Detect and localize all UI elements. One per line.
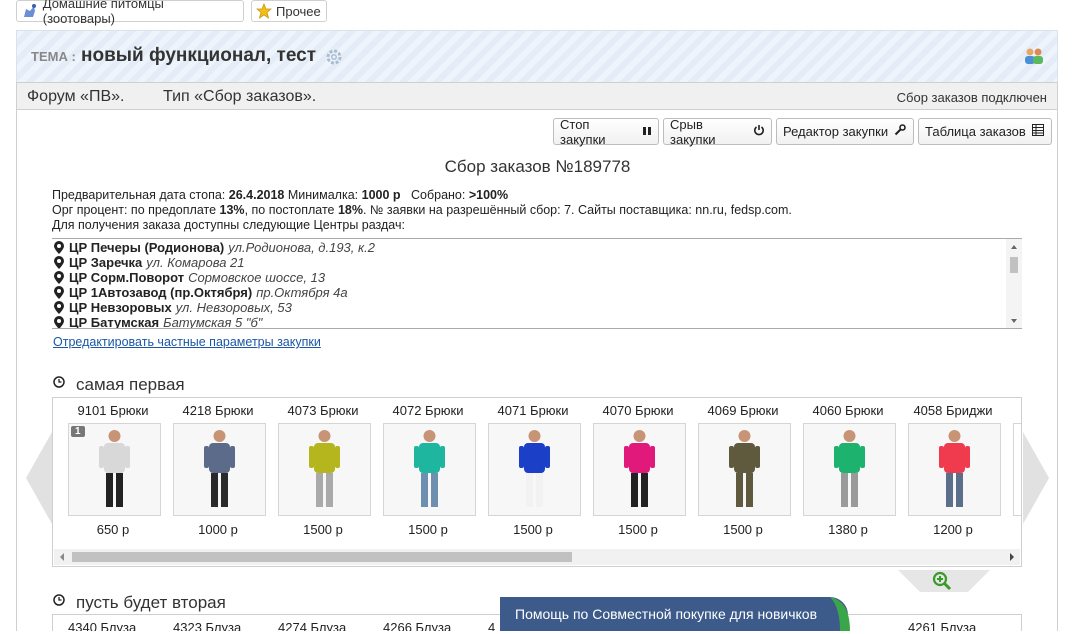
order-info-line-2: Орг процент: по предоплате 13%, по посто… xyxy=(52,203,792,217)
product-photo[interactable] xyxy=(593,423,686,516)
product-price: 1500 р xyxy=(618,522,658,537)
product-price: 650 р xyxy=(96,522,130,537)
product-photo[interactable] xyxy=(278,423,371,516)
clock-icon xyxy=(53,594,65,606)
category-chip-pets[interactable]: Домашние питомцы (зоотовары) xyxy=(16,0,244,26)
product-name[interactable]: 4274 Блуза xyxy=(278,620,346,631)
map-pin-icon xyxy=(52,256,66,269)
break-purchase-button[interactable]: Срыв закупки xyxy=(663,116,772,147)
product-photo[interactable] xyxy=(383,423,476,516)
chip-label: Домашние питомцы (зоотовары) xyxy=(42,0,164,26)
gear-icon[interactable] xyxy=(325,48,343,69)
category-chip-other[interactable]: Прочее xyxy=(251,0,327,22)
section-title: самая первая xyxy=(76,375,185,394)
map-pin-icon xyxy=(52,286,66,299)
vertical-scrollbar[interactable] xyxy=(1006,239,1022,328)
pickup-points-list[interactable]: ЦР Печеры (Родионова) ул.Родионова, д.193… xyxy=(52,238,1022,329)
product-photo[interactable] xyxy=(698,423,791,516)
star-icon xyxy=(256,2,272,20)
product-name: 4218 Брюки xyxy=(182,403,254,418)
orders-table-button[interactable]: Таблица заказов xyxy=(918,118,1052,145)
product-price: 1500 р xyxy=(408,522,448,537)
map-pin-icon xyxy=(52,271,66,284)
map-pin-icon xyxy=(52,301,66,314)
button-label: Таблица заказов xyxy=(925,124,1026,139)
section-title: пусть будет вторая xyxy=(76,593,226,612)
product-price: 1500 р xyxy=(723,522,763,537)
edit-purchase-params-link[interactable]: Отредактировать частные параметры закупк… xyxy=(53,335,321,349)
forum-name: Форум «ПВ». xyxy=(27,88,125,105)
help-banner-accent xyxy=(826,597,852,634)
wrench-icon xyxy=(894,124,906,139)
product-name: 9101 Брюки xyxy=(77,403,149,418)
quantity-badge: 1 xyxy=(71,426,85,437)
product-name: 4071 Брюки xyxy=(497,403,569,418)
product-photo[interactable]: 1 xyxy=(68,423,161,516)
carousel-next-arrow[interactable] xyxy=(1023,432,1049,527)
order-info-line-1: Предварительная дата стопа: 26.4.2018 Ми… xyxy=(52,188,509,202)
chip-label: Прочее xyxy=(276,3,321,19)
order-info-line-3: Для получения заказа доступны следующие … xyxy=(52,218,405,232)
product-name: 4072 Брюки xyxy=(392,403,464,418)
product-photo[interactable] xyxy=(173,423,266,516)
forum-bar: Форум «ПВ». Тип «Сбор заказов». Сбор зак… xyxy=(16,82,1058,110)
order-status: Сбор заказов подключен xyxy=(896,90,1047,105)
pet-icon xyxy=(21,2,39,20)
table-icon xyxy=(1031,124,1044,139)
product-name: 4069 Брюки xyxy=(707,403,779,418)
product-name[interactable]: 4340 Блуза xyxy=(68,620,136,631)
product-name: 4073 Брюки xyxy=(287,403,359,418)
product-photo[interactable] xyxy=(908,423,1001,516)
purchase-editor-button[interactable]: Редактор закупки xyxy=(776,118,914,145)
list-item: ЦР Заречка ул. Комарова 21 xyxy=(52,255,1022,270)
users-icon[interactable] xyxy=(1023,47,1045,68)
power-icon xyxy=(753,124,765,139)
order-title: Сбор заказов №189778 xyxy=(444,157,631,176)
scrollbar-thumb[interactable] xyxy=(72,552,572,562)
zoom-in-icon[interactable] xyxy=(932,571,952,594)
product-name: 4 xyxy=(1008,403,1021,418)
product-name[interactable]: 4261 Блуза xyxy=(908,620,976,631)
product-photo[interactable] xyxy=(1013,423,1021,516)
list-item: ЦР Невзоровых ул. Невзоровых, 53 xyxy=(52,300,1022,315)
product-price: 1500 р xyxy=(303,522,343,537)
topic-label: ТЕМА : xyxy=(31,49,76,64)
carousel-prev-arrow[interactable] xyxy=(26,432,52,527)
product-name[interactable]: 4 xyxy=(488,620,495,631)
map-pin-icon xyxy=(52,241,66,254)
list-item: ЦР Печеры (Родионова) ул.Родионова, д.193… xyxy=(52,240,1022,255)
product-carousel[interactable]: 9101 Брюки 1 650 р 4218 Брюки 1000 р 4073 Брю… xyxy=(52,397,1022,567)
list-item: ЦР Сорм.Поворот Сормовское шоссе, 13 xyxy=(52,270,1022,285)
help-banner[interactable]: Помощь по Совместной покупке для новичко… xyxy=(500,597,848,631)
button-label: Стоп закупки xyxy=(560,116,606,147)
product-name[interactable]: 4323 Блуза xyxy=(173,620,241,631)
button-label: Срыв закупки xyxy=(670,116,716,147)
help-banner-text: Помощь по Совместной покупке для новичко… xyxy=(515,606,818,622)
product-name: 4070 Брюки xyxy=(602,403,674,418)
product-name: 4058 Бриджи xyxy=(913,403,993,418)
list-item: ЦР 1Автозавод (пр.Октября) пр.Октября 4а xyxy=(52,285,1022,300)
pause-icon xyxy=(642,124,652,139)
product-price: 1200 р xyxy=(933,522,973,537)
product-name[interactable]: 4266 Блуза xyxy=(383,620,451,631)
product-name: 4060 Брюки xyxy=(812,403,884,418)
product-price: 1380 р xyxy=(828,522,868,537)
product-photo[interactable] xyxy=(803,423,896,516)
list-item: ЦР Батумская Батумская 5 "б" xyxy=(52,315,1022,328)
map-pin-icon xyxy=(52,316,66,328)
stop-purchase-button[interactable]: Стоп закупки xyxy=(553,116,659,147)
button-label: Редактор закупки xyxy=(783,124,889,139)
topic-header: ТЕМА : новый функционал, тест xyxy=(16,30,1058,82)
product-price: 1000 р xyxy=(198,522,238,537)
product-price: 1500 р xyxy=(513,522,553,537)
product-photo[interactable] xyxy=(488,423,581,516)
clock-icon xyxy=(53,376,65,388)
horizontal-scrollbar[interactable] xyxy=(54,549,1020,565)
topic-type: Тип «Сбор заказов». xyxy=(163,88,317,105)
topic-title: новый функционал, тест xyxy=(81,45,317,66)
